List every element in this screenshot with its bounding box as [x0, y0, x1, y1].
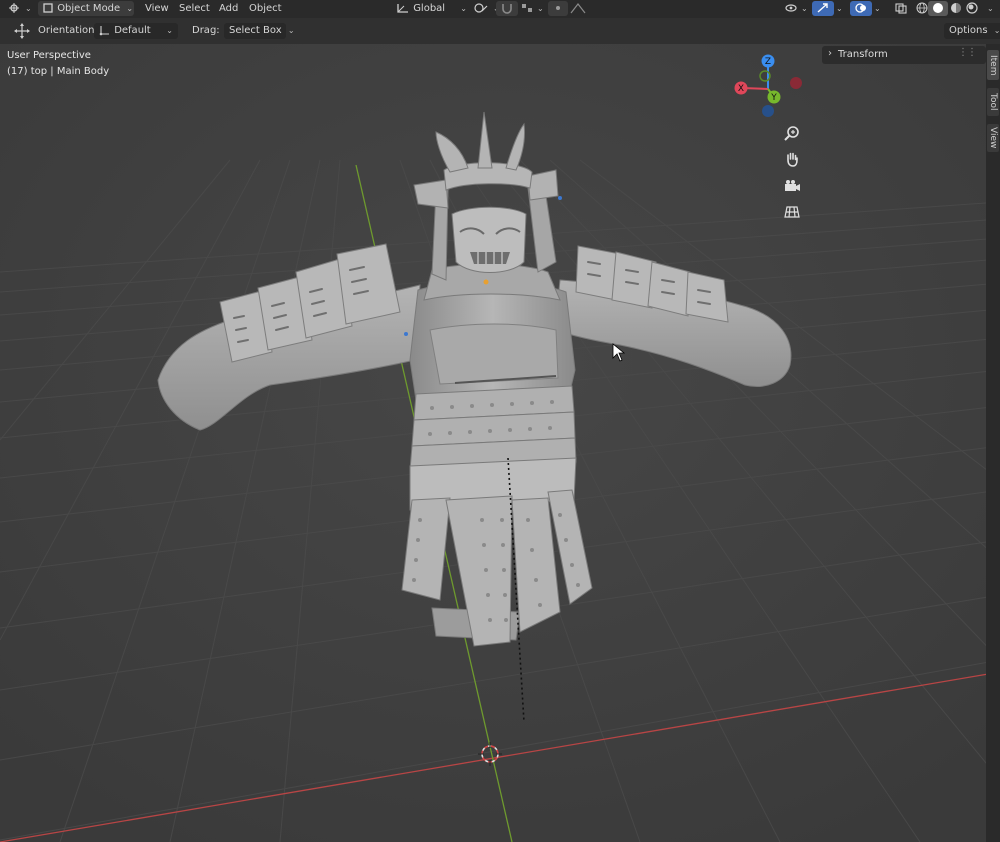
- tab-view[interactable]: View: [987, 124, 999, 152]
- perspective-label: User Perspective: [7, 50, 91, 61]
- options-dropdown[interactable]: Options ⌄: [944, 23, 1000, 39]
- chevron-down-icon: ⌄: [537, 4, 544, 13]
- proportional-edit-icon: [556, 6, 560, 10]
- pan-hand-icon: [787, 152, 798, 167]
- options-label: Options: [949, 25, 988, 36]
- chevron-down-icon: ⌄: [25, 4, 32, 13]
- chevron-down-icon: ⌄: [874, 4, 881, 13]
- transform-tool-button[interactable]: [8, 23, 36, 39]
- visibility-icon: [785, 4, 797, 12]
- chevron-down-icon: ⌄: [460, 4, 467, 13]
- mode-label: Object Mode: [57, 3, 121, 14]
- viewport-header: ⌄ Object Mode ⌄ View Select Add Object G…: [0, 0, 1000, 18]
- navigation-gizmo[interactable]: Z X Y: [730, 52, 810, 132]
- active-object-info: (17) top | Main Body: [7, 66, 110, 77]
- orientation-global-label: Global: [413, 3, 446, 14]
- orientation-value: Default: [114, 25, 151, 36]
- chevron-down-icon: ⌄: [801, 4, 808, 13]
- xray-icon: [895, 3, 907, 14]
- drag-value: Select Box: [229, 25, 282, 36]
- chevron-down-icon: ⌄: [287, 26, 295, 35]
- shading-dropdown[interactable]: ⌄: [980, 1, 998, 16]
- menu-select[interactable]: Select: [175, 1, 214, 16]
- scene-canvas: [0, 44, 1000, 842]
- editor-type-button[interactable]: ⌄: [4, 1, 36, 16]
- chevron-right-icon: ›: [828, 48, 832, 59]
- proportional-edit-toggle[interactable]: [548, 1, 568, 16]
- transform-tool-icon: [14, 23, 30, 39]
- gizmo-z-label: Z: [765, 57, 771, 67]
- overlay-icon: [855, 3, 866, 13]
- camera-icon: [785, 180, 800, 191]
- overlay-dropdown[interactable]: ⌄: [867, 1, 885, 16]
- snap-icon: [502, 4, 512, 14]
- ortho-grid-icon: [784, 206, 800, 218]
- chevron-down-icon: ⌄: [126, 4, 134, 13]
- solid-shading-icon: [933, 3, 943, 13]
- falloff-icon: [570, 3, 586, 14]
- transform-label: Transform: [838, 49, 888, 60]
- mode-dropdown[interactable]: Object Mode ⌄: [38, 1, 134, 16]
- drag-handle-icon[interactable]: ⋮⋮: [958, 47, 977, 58]
- gizmo-toggle-icon: [817, 3, 828, 13]
- zoom-icon: [784, 126, 799, 141]
- snap-toggle[interactable]: [496, 1, 518, 16]
- menu-add[interactable]: Add: [215, 1, 242, 16]
- xray-toggle[interactable]: [890, 1, 912, 16]
- transform-pivot-icon: [474, 3, 488, 13]
- transform-orientation-dropdown[interactable]: Global ⌄: [392, 1, 471, 16]
- visibility-dropdown[interactable]: ⌄: [780, 1, 812, 16]
- menu-view[interactable]: View: [141, 1, 173, 16]
- orientation-dropdown[interactable]: Default ⌄: [94, 23, 178, 39]
- chevron-down-icon: ⌄: [166, 26, 173, 35]
- falloff-dropdown[interactable]: [566, 1, 590, 16]
- gizmo-y-label: Y: [770, 93, 777, 103]
- origin-point: [483, 279, 489, 285]
- orientation-label: Orientation:: [38, 25, 98, 36]
- orientation-default-icon: [99, 26, 109, 36]
- sidebar-tabs: Item Tool View: [986, 44, 1000, 842]
- drag-label: Drag:: [192, 25, 220, 36]
- editor-type-icon: [9, 3, 19, 13]
- zoom-button[interactable]: [782, 124, 802, 144]
- gizmo-dropdown[interactable]: ⌄: [829, 1, 847, 16]
- rendered-shading-icon: [966, 2, 978, 14]
- drag-dropdown[interactable]: Select Box ⌄: [224, 23, 295, 39]
- ortho-toggle-button[interactable]: [782, 202, 802, 222]
- solid-shading-button[interactable]: [928, 1, 948, 16]
- material-shading-icon: [951, 3, 961, 13]
- camera-view-button[interactable]: [782, 176, 802, 196]
- object-mode-icon: [43, 3, 53, 13]
- transform-panel-header[interactable]: › Transform ⋮⋮: [822, 46, 986, 64]
- chevron-down-icon: ⌄: [993, 26, 1000, 35]
- transform-orientation-icon: [397, 4, 408, 13]
- 3d-viewport[interactable]: User Perspective (17) top | Main Body Z …: [0, 44, 1000, 842]
- chevron-down-icon: ⌄: [987, 4, 994, 13]
- chevron-down-icon: ⌄: [836, 4, 843, 13]
- menu-object[interactable]: Object: [245, 1, 286, 16]
- pan-button[interactable]: [782, 150, 802, 170]
- snap-target-icon: [522, 4, 532, 12]
- tab-tool[interactable]: Tool: [987, 88, 999, 116]
- wireframe-shading-icon: [916, 2, 928, 14]
- snap-target-dropdown[interactable]: ⌄: [516, 1, 548, 16]
- rendered-shading-button[interactable]: [962, 1, 982, 16]
- tab-item[interactable]: Item: [987, 50, 999, 80]
- gizmo-x-label: X: [738, 84, 744, 94]
